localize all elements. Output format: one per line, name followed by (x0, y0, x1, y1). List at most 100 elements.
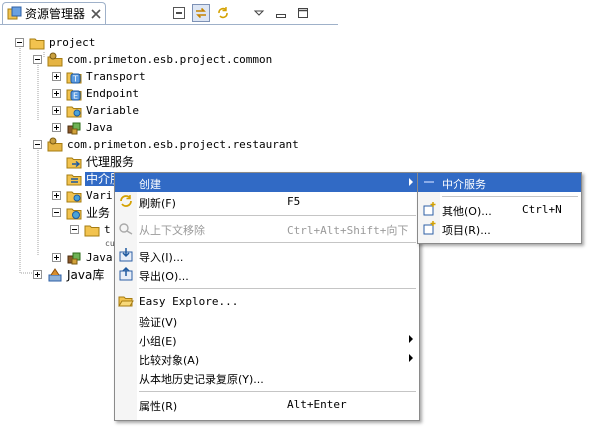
menu-item-label: Easy Explore... (139, 295, 239, 308)
collapse-toggle[interactable] (33, 140, 42, 149)
menu-item-validate[interactable]: 验证(V) (115, 311, 419, 330)
folder-icon (84, 222, 100, 238)
tree-node-restaurant-package[interactable]: com.primeton.esb.project.restaurant (33, 136, 300, 153)
import-icon (118, 247, 134, 263)
menu-item-label: 从本地历史记录复原(Y)... (139, 373, 264, 386)
tree-node-label: com.primeton.esb.project.restaurant (67, 137, 299, 151)
new-wizard-icon (421, 201, 437, 217)
mediation-service-icon (421, 174, 437, 190)
collapse-toggle[interactable] (70, 225, 79, 234)
tree-node-project[interactable]: project (15, 34, 96, 51)
context-menu: 创建 刷新(F) F5 从上下文移除 Ctrl+Alt+Shift+向下 导入(… (114, 172, 420, 421)
tree-node-business[interactable]: 业务 (52, 204, 111, 221)
menu-item-export[interactable]: 导出(O)... (115, 265, 419, 284)
menu-item-easy-explore[interactable]: Easy Explore... (115, 292, 419, 311)
expand-toggle[interactable] (52, 123, 61, 132)
tree-node-java-2[interactable]: Java (52, 249, 114, 266)
menu-item-compare-with[interactable]: 比较对象(A) (115, 349, 419, 368)
tree-node-java[interactable]: Java (52, 119, 114, 136)
tree-node-label: Transport (86, 69, 146, 83)
svg-text:E: E (73, 91, 78, 100)
submenu-item-mediation-service[interactable]: 中介服务 (418, 173, 581, 192)
menu-item-restore-from-local-history[interactable]: 从本地历史记录复原(Y)... (115, 368, 419, 387)
expand-toggle[interactable] (33, 270, 42, 279)
svg-text:T: T (72, 74, 78, 83)
tree-node-label: Java (86, 250, 113, 264)
tree-node-label: 业务 (86, 205, 111, 220)
tree-node-proxy-service[interactable]: 代理服务 (52, 153, 135, 170)
tree-node-label: Vari (86, 188, 113, 202)
tree-node-label: Java库 (67, 267, 105, 282)
menu-item-label: 创建 (139, 178, 161, 191)
menu-item-label: 项目(R)... (442, 224, 491, 237)
java-library-icon (47, 267, 63, 283)
tree-node-label: project (49, 35, 96, 49)
java-package-icon (66, 120, 82, 136)
menu-item-team[interactable]: 小组(E) (115, 330, 419, 349)
tree-node-transport[interactable]: T Transport (52, 68, 147, 85)
menu-item-label: 导出(O)... (139, 270, 189, 283)
project-folder-icon (29, 35, 45, 51)
menu-separator (115, 211, 419, 219)
menu-item-import[interactable]: 导入(I)... (115, 246, 419, 265)
menu-item-accelerator: Ctrl+Alt+Shift+向下 (287, 224, 409, 237)
menu-separator (115, 387, 419, 395)
submenu-item-project[interactable]: 项目(R)... (418, 219, 581, 238)
menu-item-accelerator: Ctrl+N (522, 203, 562, 216)
expand-toggle[interactable] (52, 72, 61, 81)
mediation-service-folder-icon (66, 171, 82, 187)
menu-item-label: 验证(V) (139, 316, 178, 329)
create-submenu: 中介服务 其他(O)... Ctrl+N 项目(R)... (417, 172, 582, 244)
menu-item-label: 小组(E) (139, 335, 177, 348)
variable-folder-icon (66, 188, 82, 204)
tree-node-java-library[interactable]: Java库 (33, 266, 105, 283)
business-folder-icon (66, 205, 82, 221)
menu-separator (115, 284, 419, 292)
tree-node-label: Variable (86, 103, 139, 117)
collapse-toggle[interactable] (15, 38, 24, 47)
menu-item-label: 其他(O)... (442, 205, 492, 218)
tree-node-variable-2[interactable]: Vari (52, 187, 114, 204)
tree-node-label: 代理服务 (86, 154, 135, 169)
menu-separator (115, 238, 419, 246)
expand-toggle[interactable] (52, 106, 61, 115)
refresh-icon (118, 193, 134, 209)
menu-item-label: 比较对象(A) (139, 354, 200, 367)
tree-node-endpoint[interactable]: E Endpoint (52, 85, 140, 102)
submenu-item-other[interactable]: 其他(O)... Ctrl+N (418, 200, 581, 219)
menu-item-label: 从上下文移除 (139, 224, 205, 237)
variable-folder-icon (66, 103, 82, 119)
menu-separator (418, 192, 581, 200)
resource-explorer-view: 资源管理器 project com.primeton.esb.project.c… (0, 0, 591, 430)
tree-node-label: Java (86, 120, 113, 134)
submenu-arrow-icon (409, 354, 413, 362)
collapse-toggle[interactable] (52, 208, 61, 217)
menu-item-label: 导入(I)... (139, 251, 184, 264)
tree-node-label: Endpoint (86, 86, 139, 100)
export-icon (118, 266, 134, 282)
java-package-icon (66, 250, 82, 266)
tree-node-common-package[interactable]: com.primeton.esb.project.common (33, 51, 273, 68)
proxy-service-folder-icon (66, 154, 82, 170)
menu-item-label: 属性(R) (139, 400, 178, 413)
menu-item-create[interactable]: 创建 (115, 173, 419, 192)
menu-item-remove-from-context: 从上下文移除 Ctrl+Alt+Shift+向下 (115, 219, 419, 238)
menu-item-refresh[interactable]: 刷新(F) F5 (115, 192, 419, 211)
endpoint-folder-icon: E (66, 86, 82, 102)
menu-item-label: 中介服务 (442, 178, 486, 191)
remove-from-context-icon (118, 220, 134, 236)
expand-toggle[interactable] (52, 253, 61, 262)
expand-toggle[interactable] (52, 191, 61, 200)
submenu-arrow-icon (409, 335, 413, 343)
menu-item-properties[interactable]: 属性(R) Alt+Enter (115, 395, 419, 414)
menu-item-accelerator: Alt+Enter (287, 398, 347, 411)
tree-node-variable[interactable]: Variable (52, 102, 140, 119)
transport-folder-icon: T (66, 69, 82, 85)
expand-toggle[interactable] (52, 89, 61, 98)
package-icon (47, 137, 63, 153)
tree-node-label: com.primeton.esb.project.common (67, 52, 273, 66)
folder-open-icon (118, 293, 134, 309)
collapse-toggle[interactable] (33, 55, 42, 64)
package-icon (47, 52, 63, 68)
submenu-arrow-icon (409, 178, 413, 186)
